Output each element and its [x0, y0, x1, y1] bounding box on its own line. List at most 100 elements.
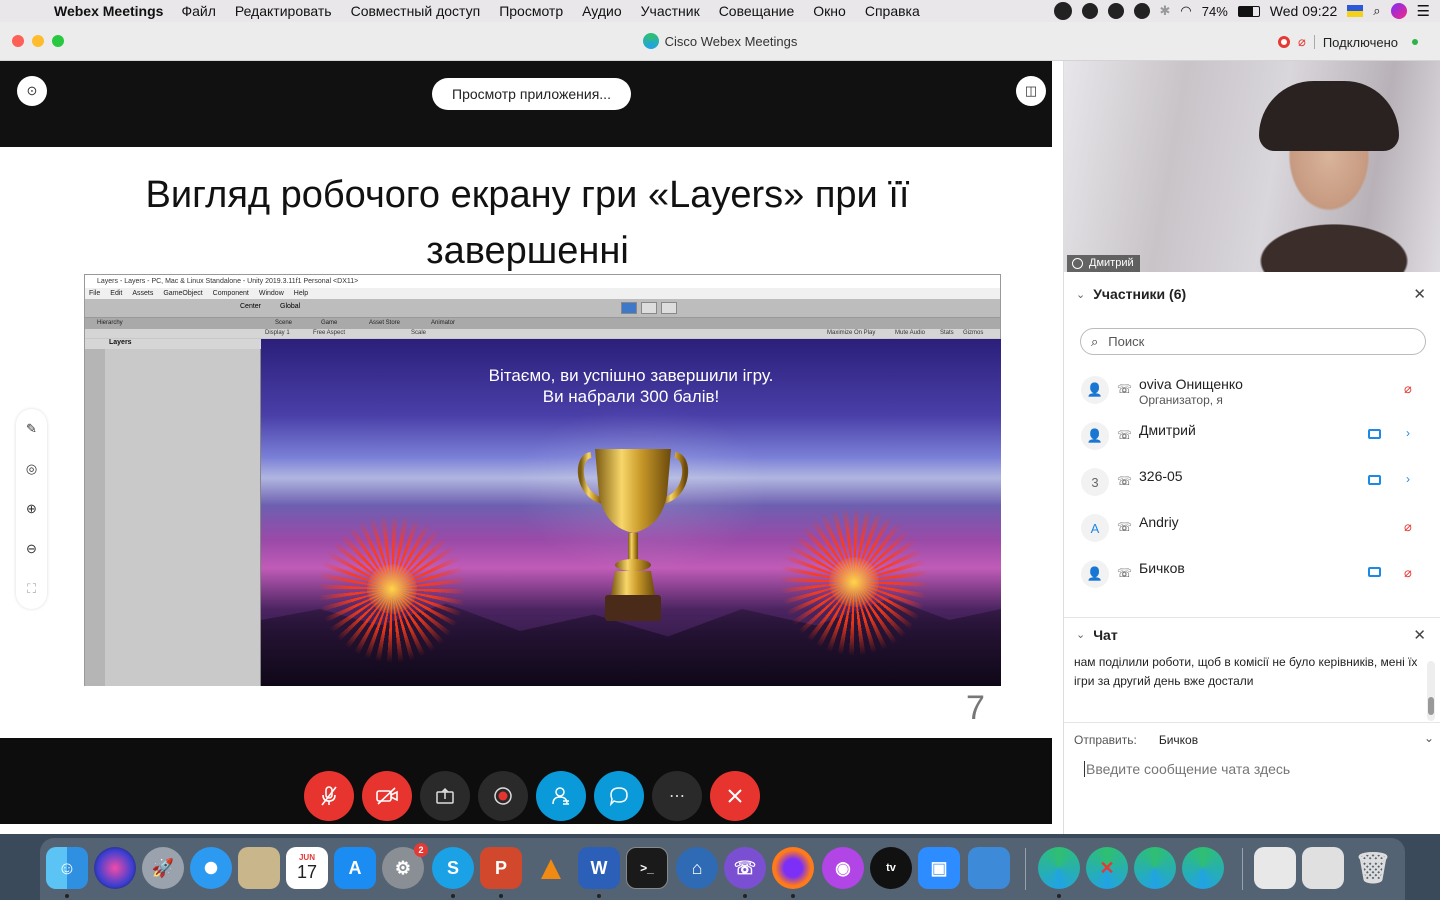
webex-assistant-icon[interactable] — [1182, 847, 1224, 889]
record-button[interactable] — [478, 771, 528, 821]
remote-control-icon[interactable]: ◎ — [16, 461, 47, 477]
shazam-icon[interactable] — [1107, 3, 1124, 19]
mic-muted-icon[interactable]: ⌀ — [1404, 381, 1412, 397]
video-on-icon[interactable] — [1368, 567, 1381, 577]
participant-row[interactable]: 👤 ☏ oviva Онищенко Организатор, я ⌀ — [1064, 368, 1440, 414]
trash-icon[interactable]: 🗑 — [1352, 847, 1394, 889]
clock[interactable]: Wed 09:22 — [1270, 3, 1337, 19]
video-on-icon[interactable] — [1368, 475, 1381, 485]
send-to-recipient[interactable]: Бичков — [1159, 733, 1198, 747]
chevron-down-icon[interactable]: ⌄ — [1076, 628, 1085, 641]
share-button[interactable] — [420, 771, 470, 821]
menu-meeting[interactable]: Совещание — [719, 3, 795, 19]
downloads-stack-icon[interactable] — [1302, 847, 1344, 889]
firefox-icon[interactable] — [772, 847, 814, 889]
system-preferences-icon[interactable]: ⚙ 2 — [382, 843, 428, 889]
zoom-in-icon[interactable]: ⊕ — [16, 501, 47, 517]
finder-icon[interactable]: ☺ — [46, 847, 88, 889]
toggle-panel-button[interactable]: ◫ — [1016, 76, 1046, 106]
annotate-pen-icon[interactable]: ✎ — [16, 421, 47, 437]
chevron-right-icon[interactable]: › — [1406, 426, 1410, 440]
ukrainian-flag-icon[interactable] — [1347, 5, 1364, 17]
view-application-button[interactable]: Просмотр приложения... — [432, 78, 631, 110]
vpn-icon[interactable]: ⌂ — [676, 847, 718, 889]
minimize-window-button[interactable] — [32, 35, 44, 47]
recipient-dropdown-icon[interactable]: ⌄ — [1424, 731, 1434, 745]
skype-icon[interactable]: S — [432, 847, 474, 889]
menu-help[interactable]: Справка — [865, 3, 920, 19]
menu-audio[interactable]: Аудио — [582, 3, 622, 19]
share-info-button[interactable]: ⊙ — [17, 76, 47, 106]
more-options-button[interactable]: ⋯ — [652, 771, 702, 821]
preview-icon[interactable] — [238, 847, 280, 889]
wifi-icon[interactable]: ◠ — [1180, 3, 1191, 19]
chat-scrollbar[interactable] — [1427, 661, 1435, 721]
end-meeting-button[interactable] — [710, 771, 760, 821]
siri-icon[interactable] — [1390, 3, 1407, 19]
podcasts-icon[interactable]: ◉ — [822, 847, 864, 889]
video-on-icon[interactable] — [1368, 429, 1381, 439]
mic-muted-icon[interactable]: ⌀ — [1298, 34, 1306, 50]
calendar-icon[interactable]: JUN 17 — [286, 847, 328, 889]
chat-input[interactable] — [1084, 761, 1424, 777]
close-chat-icon[interactable]: ✕ — [1413, 626, 1426, 644]
webex-teams-icon[interactable] — [1134, 847, 1176, 889]
close-participants-icon[interactable]: ✕ — [1413, 285, 1426, 303]
vlc-icon[interactable]: ▲ — [530, 847, 572, 889]
menu-share[interactable]: Совместный доступ — [351, 3, 481, 19]
menu-file[interactable]: Файл — [181, 3, 215, 19]
chevron-down-icon[interactable]: ⌄ — [1076, 288, 1085, 301]
menu-participant[interactable]: Участник — [641, 3, 700, 19]
terminal-icon[interactable]: >_ — [626, 847, 668, 889]
document-stack-icon[interactable] — [1254, 847, 1296, 889]
menu-window[interactable]: Окно — [813, 3, 846, 19]
close-window-button[interactable] — [12, 35, 24, 47]
launchpad-icon[interactable]: 🚀 — [142, 847, 184, 889]
screens-icon[interactable] — [968, 847, 1010, 889]
battery-icon[interactable] — [1237, 5, 1260, 17]
chevron-right-icon[interactable]: › — [1406, 472, 1410, 486]
webex-error-icon[interactable]: ✕ — [1086, 847, 1128, 889]
spotlight-search-icon[interactable]: ⌕ — [1373, 3, 1380, 19]
unity-menu-edit: Edit — [110, 290, 123, 297]
menu-app-name[interactable]: Webex Meetings — [54, 3, 163, 19]
participant-row[interactable]: 👤 ☏ Бичков ⌀ — [1064, 552, 1440, 598]
participants-header[interactable]: ⌄ Участники (6) ✕ — [1064, 277, 1440, 311]
bluetooth-icon[interactable]: ✱ — [1160, 3, 1171, 19]
participant-row[interactable]: A ☏ Andriy ⌀ — [1064, 506, 1440, 552]
participant-row[interactable]: 3 ☏ 326-05 › — [1064, 460, 1440, 506]
zoom-icon[interactable]: ▣ — [918, 847, 960, 889]
zoom-window-button[interactable] — [52, 35, 64, 47]
mic-muted-icon[interactable]: ⌀ — [1404, 519, 1412, 535]
menu-view[interactable]: Просмотр — [499, 3, 563, 19]
safari-icon[interactable] — [190, 847, 232, 889]
participants-button[interactable] — [536, 771, 586, 821]
cloud-icon[interactable] — [1081, 3, 1098, 19]
scroll-thumb[interactable] — [1428, 697, 1434, 715]
webex-status-icon[interactable] — [1053, 2, 1072, 20]
webex-icon[interactable] — [1038, 847, 1080, 889]
video-button[interactable] — [362, 771, 412, 821]
word-icon[interactable]: W — [578, 847, 620, 889]
mute-button[interactable] — [304, 771, 354, 821]
participant-name: Дмитрий — [1139, 422, 1196, 438]
powerpoint-icon[interactable]: P — [480, 847, 522, 889]
viber-icon[interactable]: ☏ — [724, 847, 766, 889]
notification-center-icon[interactable]: ☰ — [1417, 2, 1430, 20]
recording-icon[interactable] — [1278, 36, 1290, 48]
siri-icon[interactable] — [94, 847, 136, 889]
apple-tv-icon[interactable]: tv — [870, 847, 912, 889]
fit-to-window-icon[interactable]: ⛶ — [16, 581, 47, 597]
menu-edit[interactable]: Редактировать — [235, 3, 332, 19]
screen-time-icon[interactable] — [1133, 3, 1150, 19]
participant-video[interactable]: Дмитрий — [1064, 61, 1440, 272]
zoom-out-icon[interactable]: ⊖ — [16, 541, 47, 557]
app-store-icon[interactable]: A — [334, 847, 376, 889]
mic-muted-icon[interactable]: ⌀ — [1404, 565, 1412, 581]
battery-percent[interactable]: 74% — [1202, 4, 1228, 19]
chat-header[interactable]: ⌄ Чат ✕ — [1064, 617, 1440, 651]
participant-search[interactable]: ⌕ Поиск — [1080, 328, 1426, 355]
participant-row[interactable]: 👤 ☏ Дмитрий › — [1064, 414, 1440, 460]
running-indicator — [1057, 894, 1061, 898]
chat-button[interactable] — [594, 771, 644, 821]
